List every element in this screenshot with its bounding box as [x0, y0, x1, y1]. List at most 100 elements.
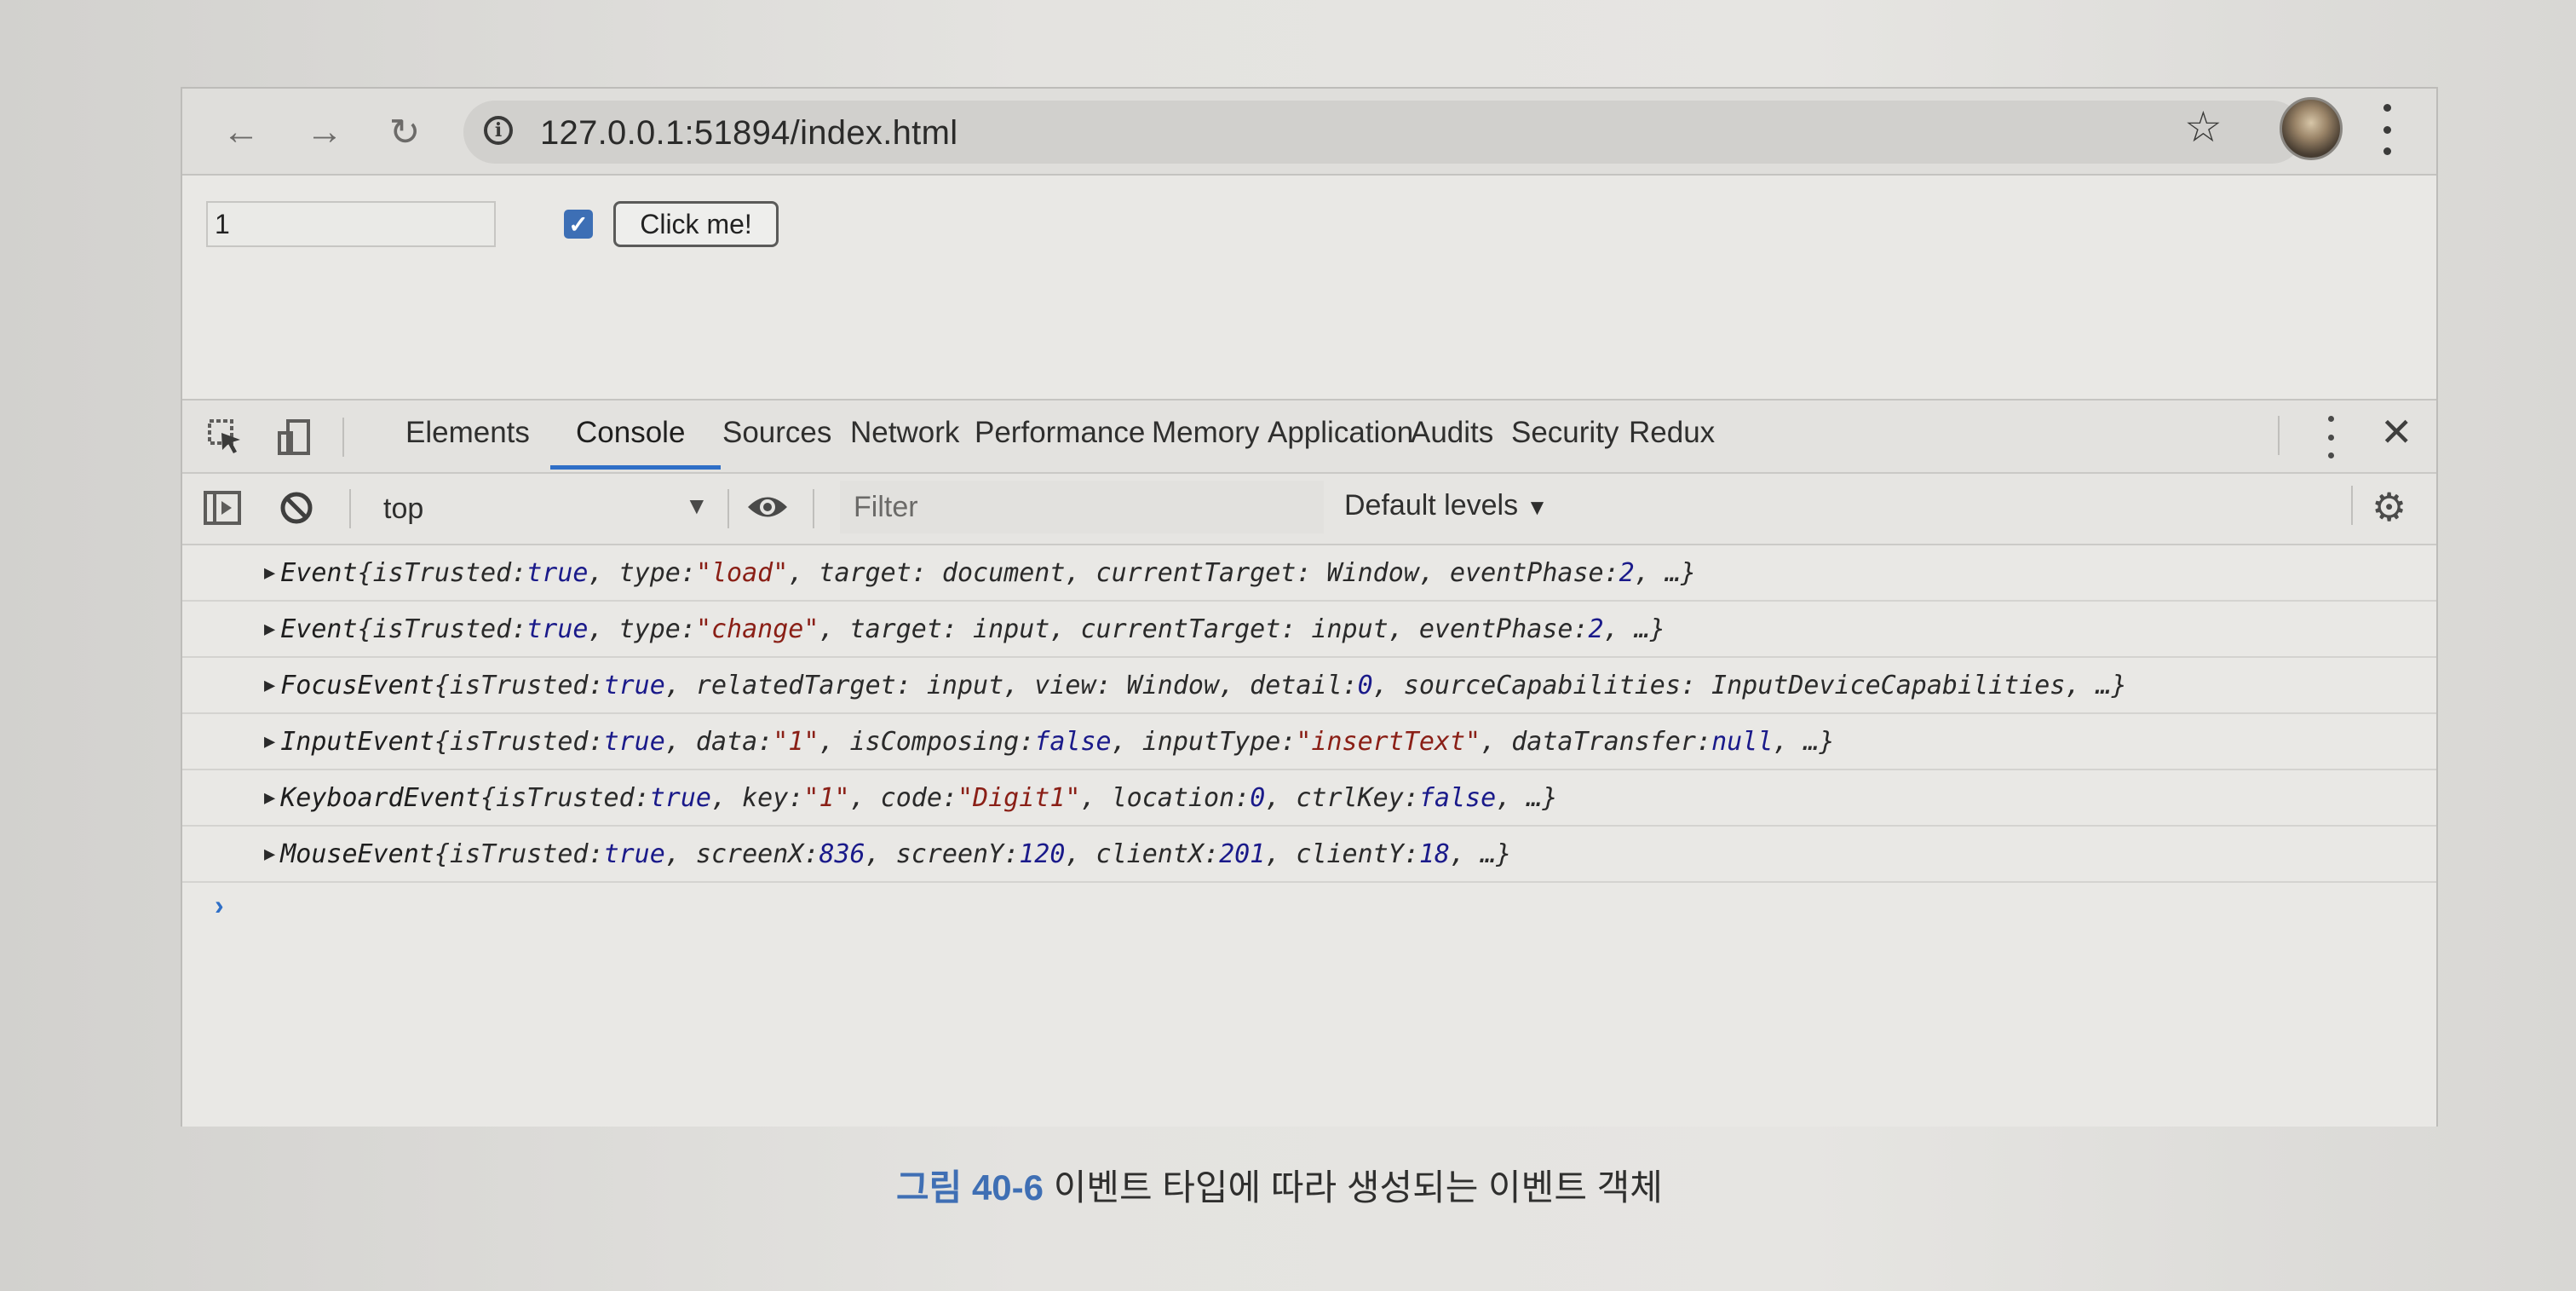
- log-token: , screenY:: [865, 839, 1020, 869]
- caption-text: 이벤트 타입에 따라 생성되는 이벤트 객체: [1053, 1167, 1663, 1207]
- log-token: , …}: [1634, 557, 1696, 588]
- log-token: , clientY:: [1265, 839, 1419, 869]
- event-type: FocusEvent: [280, 670, 434, 700]
- expand-triangle-icon[interactable]: ▶: [264, 562, 275, 584]
- text-input[interactable]: [206, 201, 496, 247]
- tab-application[interactable]: Application: [1268, 416, 1413, 450]
- tab-security[interactable]: Security: [1511, 416, 1619, 450]
- levels-dropdown[interactable]: Default levels ▼: [1344, 489, 1548, 522]
- tab-audits[interactable]: Audits: [1411, 416, 1493, 450]
- log-token: true: [603, 726, 665, 757]
- browser-window: ← → ↻ i 127.0.0.1:51894/index.html ☆ ✓ C…: [181, 87, 2438, 1127]
- tab-performance[interactable]: Performance: [975, 416, 1145, 450]
- log-token: , code:: [849, 782, 957, 813]
- log-token: "Digit1": [957, 782, 1081, 813]
- event-type: Event: [280, 557, 358, 588]
- more-icon[interactable]: [2378, 104, 2395, 155]
- log-token: "load": [695, 557, 789, 588]
- device-toolbar-icon[interactable]: [276, 418, 315, 457]
- context-selector[interactable]: top: [383, 493, 423, 526]
- avatar[interactable]: [2280, 97, 2343, 160]
- star-icon[interactable]: ☆: [2184, 102, 2222, 152]
- console-log-row[interactable]: ▶ Event {isTrusted: true, type: "load", t…: [182, 545, 2436, 602]
- event-type: KeyboardEvent: [280, 782, 481, 813]
- expand-triangle-icon[interactable]: ▶: [264, 787, 275, 809]
- console-log-row[interactable]: ▶ FocusEvent {isTrusted: true, relatedTar…: [182, 658, 2436, 714]
- console-log-row[interactable]: ▶ Event {isTrusted: true, type: "change",…: [182, 602, 2436, 658]
- console-output: › ▶ Event {isTrusted: true, type: "load",…: [182, 545, 2436, 1125]
- console-log-row[interactable]: ▶ KeyboardEvent {isTrusted: true, key: "1…: [182, 770, 2436, 827]
- click-me-button[interactable]: Click me!: [613, 201, 779, 247]
- back-icon[interactable]: ←: [218, 109, 264, 155]
- levels-label: Default levels: [1344, 489, 1519, 522]
- console-log-row[interactable]: ▶ MouseEvent {isTrusted: true, screenX: 8…: [182, 827, 2436, 883]
- log-token: {isTrusted:: [434, 726, 604, 757]
- log-token: 2: [1588, 614, 1604, 644]
- log-token: "1": [803, 782, 850, 813]
- log-token: , screenX:: [664, 839, 819, 869]
- tab-elements[interactable]: Elements: [405, 416, 530, 450]
- log-token: , data:: [664, 726, 773, 757]
- log-token: true: [526, 614, 589, 644]
- log-token: , clientX:: [1065, 839, 1220, 869]
- log-token: false: [1418, 782, 1497, 813]
- checkbox[interactable]: ✓: [564, 210, 593, 239]
- log-token: , type:: [588, 614, 696, 644]
- log-token: null: [1711, 726, 1774, 757]
- caret-down-icon: ▼: [1526, 494, 1549, 520]
- log-token: "insertText": [1296, 726, 1481, 757]
- log-token: "change": [695, 614, 819, 644]
- info-icon[interactable]: i: [484, 116, 513, 145]
- filter-divider: [813, 489, 814, 528]
- log-token: 120: [1019, 839, 1066, 869]
- filter-divider: [349, 489, 351, 528]
- expand-triangle-icon[interactable]: ▶: [264, 731, 275, 752]
- page-content: ✓ Click me!: [182, 176, 2436, 399]
- devtools-tabbar: Elements Console Sources Network Performance…: [182, 401, 2436, 474]
- tab-console[interactable]: Console: [576, 416, 685, 450]
- expand-triangle-icon[interactable]: ▶: [264, 844, 275, 865]
- chevron-down-icon[interactable]: ▼: [685, 493, 709, 520]
- console-log-row[interactable]: ▶ InputEvent {isTrusted: true, data: "1",…: [182, 714, 2436, 770]
- address-bar[interactable]: i 127.0.0.1:51894/index.html: [463, 101, 2303, 164]
- log-token: true: [526, 557, 589, 588]
- gear-icon[interactable]: ⚙: [2372, 484, 2406, 530]
- filter-divider: [2351, 486, 2353, 525]
- log-token: 201: [1219, 839, 1266, 869]
- reload-icon[interactable]: ↻: [382, 109, 428, 155]
- tab-memory[interactable]: Memory: [1152, 416, 1259, 450]
- log-token: 836: [819, 839, 865, 869]
- toolbar-divider: [342, 418, 344, 457]
- filter-input[interactable]: Filter: [840, 481, 1324, 533]
- inspect-element-icon[interactable]: [206, 418, 245, 457]
- log-token: 2: [1619, 557, 1635, 588]
- event-type: MouseEvent: [280, 839, 434, 869]
- clear-console-icon[interactable]: [278, 489, 315, 527]
- log-token: {isTrusted:: [357, 614, 527, 644]
- tab-network[interactable]: Network: [850, 416, 959, 450]
- log-token: {isTrusted:: [480, 782, 650, 813]
- log-token: , target: document, currentTarget: Windo…: [788, 557, 1619, 588]
- eye-icon[interactable]: [746, 493, 789, 522]
- log-token: , inputType:: [1111, 726, 1297, 757]
- tab-sources[interactable]: Sources: [722, 416, 831, 450]
- console-prompt-icon[interactable]: ›: [215, 890, 224, 921]
- log-token: , …}: [1773, 726, 1835, 757]
- sidebar-toggle-icon[interactable]: [203, 489, 242, 527]
- console-filter-bar: top ▼ Filter Default levels ▼ ⚙: [182, 474, 2436, 545]
- forward-icon[interactable]: →: [302, 109, 348, 155]
- browser-toolbar: ← → ↻ i 127.0.0.1:51894/index.html ☆: [182, 89, 2436, 176]
- log-token: , key:: [711, 782, 804, 813]
- log-token: , isComposing:: [819, 726, 1035, 757]
- filter-divider: [727, 489, 729, 528]
- tab-redux[interactable]: Redux: [1629, 416, 1715, 450]
- log-token: , type:: [588, 557, 696, 588]
- close-icon[interactable]: ✕: [2380, 409, 2413, 455]
- devtools-more-icon[interactable]: [2324, 416, 2337, 458]
- expand-triangle-icon[interactable]: ▶: [264, 675, 275, 696]
- log-token: , target: input, currentTarget: input, e…: [819, 614, 1589, 644]
- expand-triangle-icon[interactable]: ▶: [264, 619, 275, 640]
- log-token: {isTrusted:: [434, 670, 604, 700]
- log-token: true: [603, 839, 665, 869]
- event-type: InputEvent: [280, 726, 434, 757]
